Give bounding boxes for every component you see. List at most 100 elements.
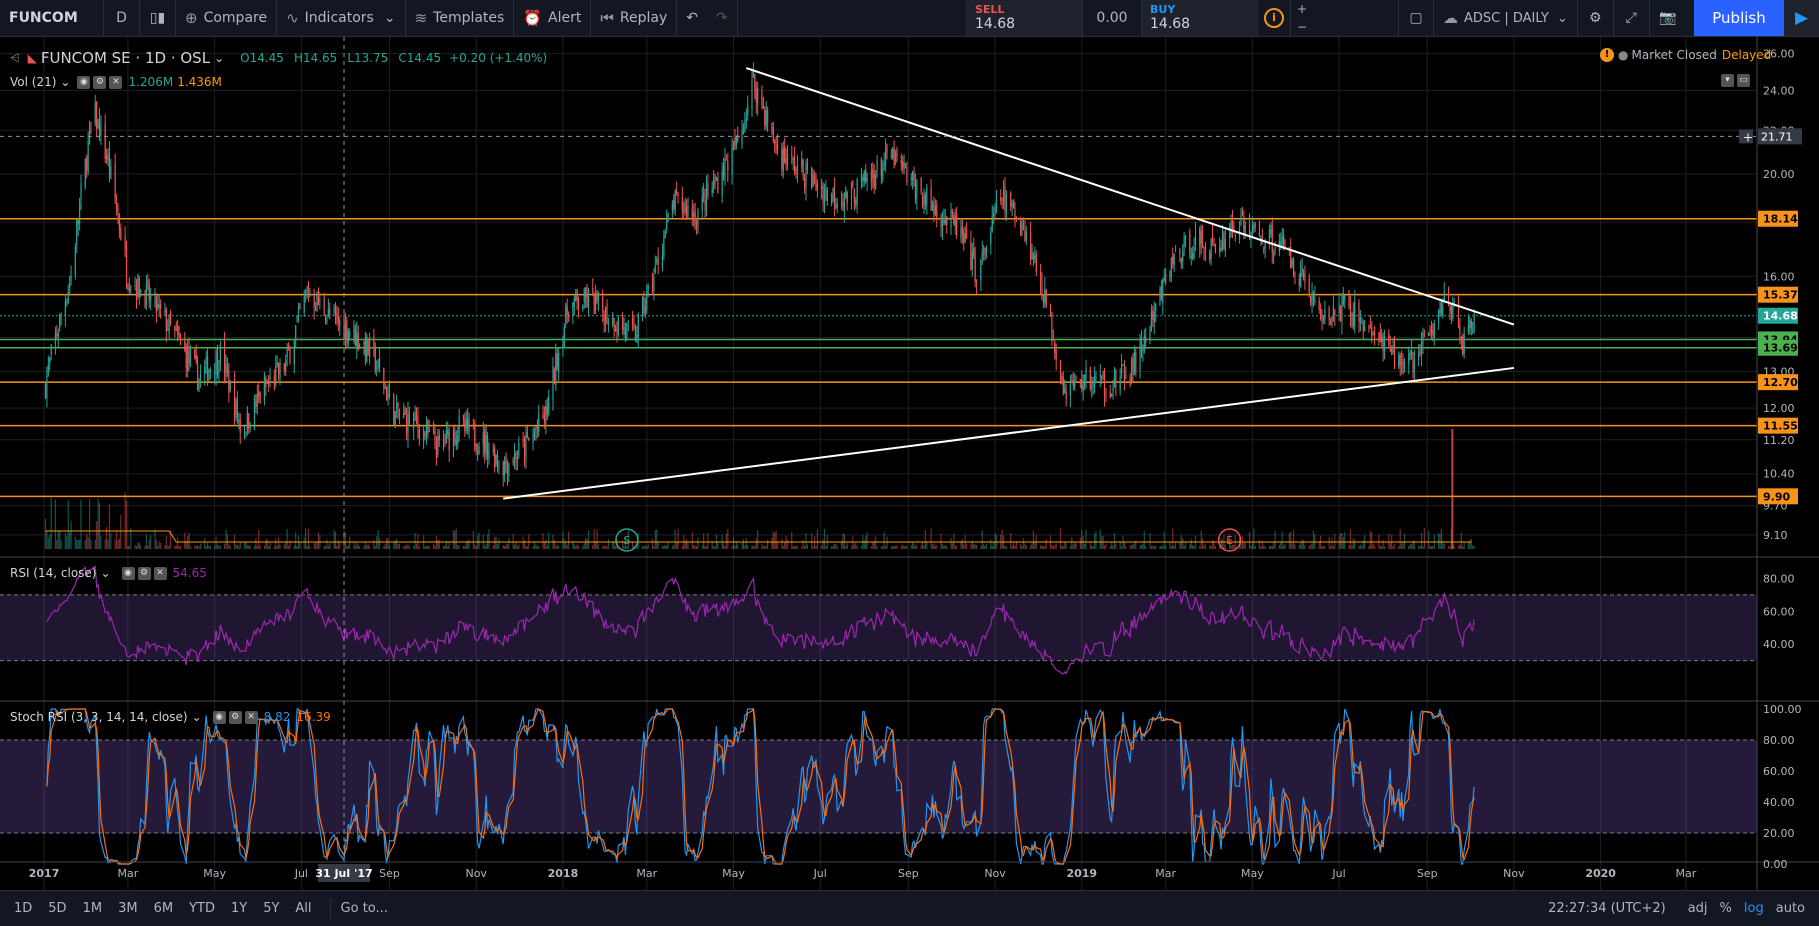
candle-body (504, 461, 506, 476)
volume-bar (1401, 543, 1403, 549)
candle-body (991, 215, 993, 232)
candle-body (249, 426, 251, 428)
eye-icon[interactable]: ◉ (121, 566, 135, 580)
volume-bar (912, 542, 914, 549)
volume-bar (576, 544, 578, 549)
candle-body (376, 367, 378, 369)
chevron-down-icon[interactable]: ⌄ (60, 75, 70, 89)
chart-canvas[interactable]: SE + 2017 Mar May Jul Sep Nov 2018 Mar May Jul Sep… (0, 37, 1819, 890)
info-button[interactable]: i (1257, 0, 1290, 36)
undo-button[interactable]: ↶ (677, 0, 707, 36)
volume-bar (676, 541, 678, 549)
candle-body (714, 176, 716, 185)
collapse-icon[interactable]: ⩤ (10, 51, 20, 66)
indicators-button[interactable]: ∿ Indicators ⌄ (277, 0, 406, 36)
sell-button[interactable]: SELL 14.68 (966, 0, 1082, 36)
eye-icon[interactable]: ◉ (212, 710, 226, 724)
symbol-search[interactable]: FUNCOM (0, 0, 104, 36)
range-1d[interactable]: 1D (6, 901, 40, 916)
range-5d[interactable]: 5D (40, 901, 74, 916)
fullscreen-toggle[interactable]: ▢ (1398, 0, 1434, 36)
gear-icon[interactable]: ⚙ (137, 566, 151, 580)
close-icon[interactable]: ✕ (244, 710, 258, 724)
candle-body (592, 287, 594, 293)
auto-toggle[interactable]: auto (1776, 901, 1805, 916)
layout-button[interactable]: ☁ ADSC | DAILY ⌄ (1434, 0, 1578, 36)
candle-body (533, 431, 536, 437)
candle-body (474, 423, 476, 446)
volume-bar (643, 545, 645, 549)
volume-bar (269, 542, 271, 549)
quantity-stepper[interactable]: + − (1290, 0, 1313, 36)
redo-button[interactable]: ↷ (707, 0, 738, 36)
volume-bar (492, 545, 494, 549)
maximize-icon[interactable]: ▭ (1737, 74, 1750, 87)
candle-body (896, 148, 898, 157)
candle-body (1302, 271, 1305, 277)
range-ytd[interactable]: YTD (181, 901, 223, 916)
volume-bar (906, 545, 908, 549)
close-icon[interactable]: ✕ (109, 75, 123, 89)
play-button[interactable]: ▶ (1784, 0, 1819, 36)
volume-bar (1271, 545, 1273, 549)
volume-bar (468, 539, 470, 549)
volume-bar (553, 540, 555, 549)
volume-bar (256, 545, 258, 549)
plus-icon[interactable]: + (1291, 0, 1313, 18)
range-3m[interactable]: 3M (110, 901, 146, 916)
range-1y[interactable]: 1Y (223, 901, 255, 916)
replay-button[interactable]: ⏮ Replay (591, 0, 678, 36)
volume-bar (1079, 537, 1081, 549)
volume-bar (108, 504, 111, 549)
volume-bar (782, 545, 784, 549)
range-all[interactable]: All (287, 901, 319, 916)
minus-icon[interactable]: − (1291, 18, 1313, 36)
candle-body (612, 314, 614, 325)
chevron-down-icon[interactable]: ⌄ (192, 710, 202, 724)
adj-toggle[interactable]: adj (1688, 901, 1708, 916)
volume-bar (1361, 545, 1363, 549)
volume-bar (794, 545, 796, 549)
volume-bar (316, 541, 318, 549)
chart-type-button[interactable]: ▯▮ (140, 0, 176, 36)
volume-bar (498, 538, 500, 549)
goto-button[interactable]: Go to... (341, 901, 388, 916)
volume-bar (495, 536, 497, 549)
volume-bar (1129, 544, 1131, 549)
volume-bar (329, 542, 331, 549)
eye-icon[interactable]: ◉ (77, 75, 91, 89)
range-5y[interactable]: 5Y (255, 901, 287, 916)
candle-body (1364, 326, 1366, 332)
candle-body (488, 451, 490, 459)
volume-bar (944, 545, 946, 549)
alert-button[interactable]: ⏰ Alert (514, 0, 592, 36)
settings-button[interactable]: ⚙ (1578, 0, 1614, 36)
gear-icon[interactable]: ⚙ (228, 710, 242, 724)
range-1m[interactable]: 1M (75, 901, 111, 916)
volume-bar (751, 545, 753, 549)
percent-toggle[interactable]: % (1720, 901, 1732, 916)
interval-button[interactable]: D (104, 0, 140, 36)
chevron-down-icon[interactable]: ⌄ (214, 51, 224, 65)
price-level-label: 13.69 (1763, 342, 1798, 355)
log-toggle[interactable]: log (1744, 901, 1764, 916)
volume-bar (974, 544, 976, 549)
publish-button[interactable]: Publish (1694, 0, 1784, 36)
chevron-down-icon[interactable]: ▾ (1721, 74, 1734, 87)
gear-icon[interactable]: ⚙ (93, 75, 107, 89)
expand-button[interactable]: ⤢ (1614, 0, 1650, 36)
templates-button[interactable]: ≋ Templates (406, 0, 515, 36)
range-6m[interactable]: 6M (146, 901, 182, 916)
candle-body (1132, 357, 1134, 373)
volume-bar (1209, 545, 1211, 549)
volume-bar (454, 530, 456, 549)
compare-button[interactable]: ⊕ Compare (176, 0, 278, 36)
volume-bar (525, 545, 527, 549)
volume-bar (771, 537, 773, 549)
chevron-down-icon[interactable]: ⌄ (100, 566, 110, 580)
buy-button[interactable]: BUY 14.68 (1141, 0, 1257, 36)
candle-body (970, 241, 972, 271)
volume-bar (462, 545, 465, 549)
snapshot-button[interactable]: 📷 (1650, 0, 1686, 36)
close-icon[interactable]: ✕ (153, 566, 167, 580)
